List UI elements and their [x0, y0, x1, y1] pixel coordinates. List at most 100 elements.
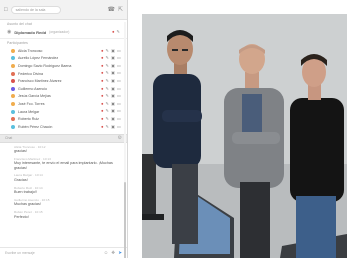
mic-muted-icon[interactable]: ●: [101, 56, 104, 60]
edit-icon[interactable]: ✎: [106, 63, 110, 68]
screen-share-icon[interactable]: ▭: [117, 63, 121, 68]
camera-icon[interactable]: ▣: [111, 48, 115, 53]
mic-muted-icon[interactable]: ●: [101, 116, 104, 121]
camera-icon[interactable]: ▣: [111, 109, 115, 113]
subject-title: Diplomado Redd: [14, 29, 47, 35]
participant-avatar: [11, 71, 15, 76]
camera-icon[interactable]: ▣: [111, 94, 115, 98]
camera-icon[interactable]: ▣: [111, 124, 115, 129]
participant-row[interactable]: Rubén Pérez Chacón ● ✎ ▣ ▭: [0, 123, 127, 131]
subject-tag: (organizador): [49, 30, 70, 34]
edit-icon[interactable]: ✎: [106, 48, 110, 53]
camera-icon[interactable]: ▣: [111, 101, 115, 106]
mic-muted-icon[interactable]: ●: [101, 124, 104, 129]
edit-icon[interactable]: ✎: [106, 78, 110, 83]
participant-name: Domingo Savio Rodríguez Baena: [18, 63, 72, 68]
emoji-icon[interactable]: ☺: [104, 250, 109, 256]
participant-actions: ● ✎ ▣ ▭: [101, 56, 121, 60]
participant-row[interactable]: Aurelio López Fernández ● ✎ ▣ ▭: [0, 55, 127, 63]
edit-icon[interactable]: ✎: [106, 101, 110, 106]
participant-name: Federico Divina: [18, 71, 43, 76]
subject-row[interactable]: ◉ Diplomado Redd (organizador) ● ✎: [0, 27, 127, 39]
edit-icon[interactable]: ✎: [106, 116, 110, 121]
edit-icon[interactable]: ✎: [106, 71, 110, 75]
participant-name: Aurelio López Fernández: [18, 56, 59, 61]
mic-muted-icon[interactable]: ●: [101, 63, 104, 68]
screen-share-icon[interactable]: ▭: [117, 94, 121, 98]
camera-icon[interactable]: ▣: [111, 86, 115, 91]
screen-share-icon[interactable]: ▭: [117, 109, 121, 113]
participant-avatar: [11, 48, 15, 53]
camera-icon[interactable]: ▣: [111, 116, 115, 121]
screen-share-icon[interactable]: ▭: [117, 56, 121, 60]
message-text: gracias!: [14, 148, 27, 153]
mic-muted-icon[interactable]: ●: [112, 29, 115, 34]
edit-icon[interactable]: ✎: [106, 94, 110, 98]
participant-row[interactable]: Francisco Martínez Álvarez ● ✎ ▣ ▭: [0, 77, 127, 85]
participant-actions: ● ✎ ▣ ▭: [101, 48, 121, 53]
chat-message: Alicia Troncoso · 10:12 gracias!: [0, 144, 127, 155]
chat-message: Guillermo Asencio · 10:15 Muchas gracias!: [0, 197, 127, 208]
screen-share-icon[interactable]: ▭: [117, 101, 121, 106]
participant-row[interactable]: Alicia Troncoso ● ✎ ▣ ▭: [0, 47, 127, 55]
participant-row[interactable]: Roberto Ruiz ● ✎ ▣ ▭: [0, 115, 127, 123]
edit-icon[interactable]: ✎: [116, 29, 120, 34]
screen-share-icon[interactable]: ▭: [117, 71, 121, 75]
chat-title: saliendo de la sala: [10, 5, 61, 14]
participant-row[interactable]: Domingo Savio Rodríguez Baena ● ✎ ▣ ▭: [0, 62, 127, 70]
phone-icon[interactable]: ☎: [107, 7, 114, 13]
participant-actions: ● ✎ ▣ ▭: [101, 124, 121, 129]
mic-muted-icon[interactable]: ●: [101, 86, 104, 91]
chat-message: Roberto Ruiz · 10:14 Buen trabajo!!: [0, 185, 127, 196]
edit-icon[interactable]: ✎: [106, 86, 110, 91]
participant-name: Rubén Pérez Chacón: [18, 124, 53, 129]
participant-name: Laura Melgar: [18, 109, 40, 114]
participant-avatar: [11, 109, 15, 114]
participant-row[interactable]: Jesús García Mejías ● ✎ ▣ ▭: [0, 93, 127, 101]
participant-list: Alicia Troncoso ● ✎ ▣ ▭ Aurelio López Fernánd…: [0, 46, 127, 132]
participant-name: Francisco Martínez Álvarez: [18, 79, 62, 84]
mic-muted-icon[interactable]: ●: [101, 71, 104, 75]
screen-share-icon[interactable]: ▭: [117, 78, 121, 83]
edit-icon[interactable]: ✎: [106, 109, 110, 113]
mic-muted-icon[interactable]: ●: [101, 94, 104, 98]
mic-muted-icon[interactable]: ●: [101, 78, 104, 83]
attach-icon[interactable]: ❖: [111, 250, 115, 256]
message-input[interactable]: Escribe un mensaje: [5, 251, 104, 255]
participant-actions: ● ✎ ▣ ▭: [101, 63, 121, 68]
mic-muted-icon[interactable]: ●: [101, 109, 104, 113]
screen-share-icon[interactable]: ▭: [117, 116, 121, 121]
participant-actions: ● ✎ ▣ ▭: [101, 86, 121, 91]
screen-share-icon[interactable]: ▭: [117, 48, 121, 53]
camera-icon[interactable]: ▣: [111, 63, 115, 68]
participant-actions: ● ✎ ▣ ▭: [101, 116, 121, 121]
header-actions: ☎ ⇱: [107, 7, 123, 13]
message-composer[interactable]: Escribe un mensaje ☺ ❖ ➤: [0, 247, 127, 258]
camera-icon[interactable]: ▣: [111, 78, 115, 83]
participant-avatar: [11, 56, 15, 61]
screen-share-icon[interactable]: ▭: [117, 124, 121, 129]
participant-row[interactable]: Federico Divina ● ✎ ▣ ▭: [0, 70, 127, 78]
camera-icon[interactable]: ▣: [111, 71, 115, 75]
participants-section-label: Participantes: [7, 41, 28, 45]
chat-scrollbar-thumb[interactable]: [124, 182, 126, 258]
subject-section-label: Asunto del chat: [7, 22, 32, 26]
screen-share-icon[interactable]: ▭: [117, 86, 121, 91]
participant-row[interactable]: Laura Melgar ● ✎ ▣ ▭: [0, 108, 127, 116]
team-photo-illustration: [142, 14, 347, 258]
chat-header: □ saliendo de la sala ☎ ⇱: [0, 0, 127, 20]
participant-actions: ● ✎ ▣ ▭: [101, 101, 121, 106]
settings-icon[interactable]: ⚙: [118, 135, 122, 141]
camera-icon[interactable]: ▣: [111, 56, 115, 60]
edit-icon[interactable]: ✎: [106, 56, 110, 60]
mic-muted-icon[interactable]: ●: [101, 101, 104, 106]
send-icon[interactable]: ➤: [118, 250, 122, 256]
chat-bubble-icon: □: [4, 6, 8, 13]
participant-row[interactable]: Guillermo Asencio ● ✎ ▣ ▭: [0, 85, 127, 93]
edit-icon[interactable]: ✎: [106, 124, 110, 129]
expand-icon[interactable]: ⇱: [118, 7, 123, 13]
participant-row[interactable]: José Fco. Torres ● ✎ ▣ ▭: [0, 100, 127, 108]
mic-muted-icon[interactable]: ●: [101, 48, 104, 53]
chat-scrollbar[interactable]: [124, 22, 126, 258]
participant-name: Alicia Troncoso: [18, 48, 43, 53]
